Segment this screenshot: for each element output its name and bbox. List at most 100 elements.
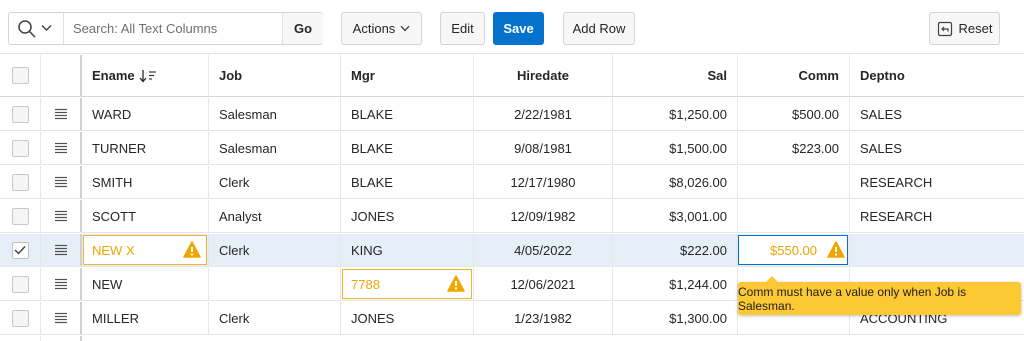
row-menu-icon[interactable] bbox=[54, 244, 68, 256]
row-menu-icon[interactable] bbox=[54, 278, 68, 290]
column-header-hiredate[interactable]: Hiredate bbox=[474, 55, 613, 96]
cell-job[interactable] bbox=[209, 268, 341, 300]
column-header-sal[interactable]: Sal bbox=[613, 55, 738, 96]
cell-hiredate[interactable]: 12/09/1982 bbox=[474, 200, 613, 232]
cell-comm[interactable] bbox=[738, 166, 850, 198]
row-checkbox[interactable] bbox=[11, 105, 29, 123]
select-all-cell bbox=[0, 55, 41, 96]
warning-icon bbox=[183, 241, 201, 258]
row-select-cell bbox=[0, 166, 41, 198]
row-checkbox[interactable] bbox=[11, 139, 29, 157]
row-menu-icon[interactable] bbox=[54, 142, 68, 154]
row-checkbox[interactable] bbox=[11, 173, 29, 191]
cell-job[interactable]: Salesman bbox=[209, 132, 341, 164]
search-bar: Go bbox=[8, 12, 323, 45]
row-checkbox[interactable] bbox=[11, 207, 29, 225]
cell-comm[interactable]: $500.00 bbox=[738, 98, 850, 130]
row-menu-icon[interactable] bbox=[54, 176, 68, 188]
table-row[interactable]: TURNER Salesman BLAKE 9/08/1981 $1,500.0… bbox=[0, 132, 1024, 165]
cell-ename[interactable]: MILLER bbox=[82, 302, 209, 334]
cell-job[interactable]: Clerk bbox=[209, 234, 341, 266]
row-actions-cell bbox=[41, 98, 82, 130]
cell-sal[interactable]: $1,250.00 bbox=[613, 98, 738, 130]
table-row-selected[interactable]: NEW X Clerk KING 4/05/2022 $222.00 $550.… bbox=[0, 234, 1024, 267]
row-menu-icon[interactable] bbox=[54, 312, 68, 324]
cell-sal[interactable]: $3,001.00 bbox=[613, 200, 738, 232]
cell-mgr[interactable]: JONES bbox=[341, 302, 474, 334]
search-column-menu[interactable] bbox=[9, 13, 64, 44]
cell-job[interactable]: Clerk bbox=[209, 302, 341, 334]
cell-mgr[interactable]: JONES bbox=[341, 200, 474, 232]
cell-hiredate[interactable]: 12/17/1980 bbox=[474, 166, 613, 198]
cell-hiredate[interactable]: 9/08/1981 bbox=[474, 132, 613, 164]
row-actions-cell bbox=[41, 200, 82, 232]
actions-menu-button[interactable]: Actions bbox=[341, 12, 422, 45]
column-header-job[interactable]: Job bbox=[209, 55, 341, 96]
row-menu-icon[interactable] bbox=[54, 108, 68, 120]
cell-ename[interactable]: WARD bbox=[82, 98, 209, 130]
cell-value: $550.00 bbox=[770, 242, 817, 258]
actions-label: Actions bbox=[352, 21, 396, 36]
cell-mgr-error[interactable]: 7788 bbox=[341, 268, 474, 300]
cell-hiredate[interactable]: 1/23/1982 bbox=[474, 302, 613, 334]
add-row-button[interactable]: Add Row bbox=[563, 12, 635, 45]
save-button[interactable]: Save bbox=[493, 12, 544, 45]
cell-mgr[interactable]: BLAKE bbox=[341, 166, 474, 198]
go-button[interactable]: Go bbox=[282, 13, 323, 44]
cell-ename[interactable]: SCOTT bbox=[82, 200, 209, 232]
cell-mgr[interactable]: BLAKE bbox=[341, 98, 474, 130]
cell-sal[interactable]: $1,244.00 bbox=[613, 268, 738, 300]
cell-job[interactable]: Salesman bbox=[209, 98, 341, 130]
table-row[interactable]: SCOTT Analyst JONES 12/09/1982 $3,001.00… bbox=[0, 200, 1024, 233]
cell-ename[interactable]: SMITH bbox=[82, 166, 209, 198]
edit-button[interactable]: Edit bbox=[440, 12, 485, 45]
cell-deptno[interactable]: SALES bbox=[850, 98, 1024, 130]
row-select-cell bbox=[0, 268, 41, 300]
cell-ename[interactable]: NEW bbox=[82, 268, 209, 300]
reset-label: Reset bbox=[958, 21, 993, 36]
row-actions-cell bbox=[41, 302, 82, 334]
cell-deptno[interactable]: RESEARCH bbox=[850, 166, 1024, 198]
select-all-checkbox[interactable] bbox=[11, 67, 29, 84]
row-checkbox[interactable] bbox=[11, 309, 29, 327]
row-select-cell bbox=[0, 302, 41, 334]
cell-hiredate[interactable]: 4/05/2022 bbox=[474, 234, 613, 266]
reset-button[interactable]: Reset bbox=[929, 12, 1000, 45]
table-row[interactable]: SMITH Clerk BLAKE 12/17/1980 $8,026.00 R… bbox=[0, 166, 1024, 199]
row-actions-cell bbox=[41, 336, 82, 341]
row-checkbox[interactable] bbox=[11, 275, 29, 293]
cell-comm-error[interactable]: $550.00 bbox=[738, 234, 850, 266]
column-header-mgr[interactable]: Mgr bbox=[341, 55, 474, 96]
row-actions-cell bbox=[41, 166, 82, 198]
actions-header-cell bbox=[41, 55, 82, 96]
column-header-comm[interactable]: Comm bbox=[738, 55, 850, 96]
cell-hiredate[interactable]: 12/06/2021 bbox=[474, 268, 613, 300]
search-input[interactable] bbox=[73, 13, 283, 44]
cell-mgr[interactable]: BLAKE bbox=[341, 132, 474, 164]
cell-comm[interactable] bbox=[738, 200, 850, 232]
cell-sal[interactable]: $222.00 bbox=[613, 234, 738, 266]
row-select-cell bbox=[0, 132, 41, 164]
grid-header: Ename Job Mgr Hiredate Sal Comm Deptno bbox=[0, 55, 1024, 97]
cell-job[interactable]: Analyst bbox=[209, 200, 341, 232]
cell-deptno[interactable] bbox=[850, 234, 1024, 266]
cell-ename[interactable]: TURNER bbox=[82, 132, 209, 164]
cell-deptno[interactable]: RESEARCH bbox=[850, 200, 1024, 232]
column-header-ename[interactable]: Ename bbox=[82, 55, 209, 96]
cell-ename-error[interactable]: NEW X bbox=[82, 234, 209, 266]
cell-sal[interactable]: $1,500.00 bbox=[613, 132, 738, 164]
cell-value: NEW X bbox=[92, 242, 135, 258]
cell-mgr[interactable]: KING bbox=[341, 234, 474, 266]
cell-sal[interactable]: $1,300.00 bbox=[613, 302, 738, 334]
cell-deptno[interactable]: SALES bbox=[850, 132, 1024, 164]
cell-job[interactable]: Clerk bbox=[209, 166, 341, 198]
cell-hiredate[interactable]: 2/22/1981 bbox=[474, 98, 613, 130]
column-header-deptno[interactable]: Deptno bbox=[850, 55, 1024, 96]
chevron-down-icon bbox=[41, 25, 52, 31]
cell-sal[interactable]: $8,026.00 bbox=[613, 166, 738, 198]
table-row[interactable]: WARD Salesman BLAKE 2/22/1981 $1,250.00 … bbox=[0, 98, 1024, 131]
row-menu-icon[interactable] bbox=[54, 210, 68, 222]
row-checkbox-checked[interactable] bbox=[11, 241, 29, 259]
warning-icon bbox=[827, 241, 845, 258]
cell-comm[interactable]: $223.00 bbox=[738, 132, 850, 164]
